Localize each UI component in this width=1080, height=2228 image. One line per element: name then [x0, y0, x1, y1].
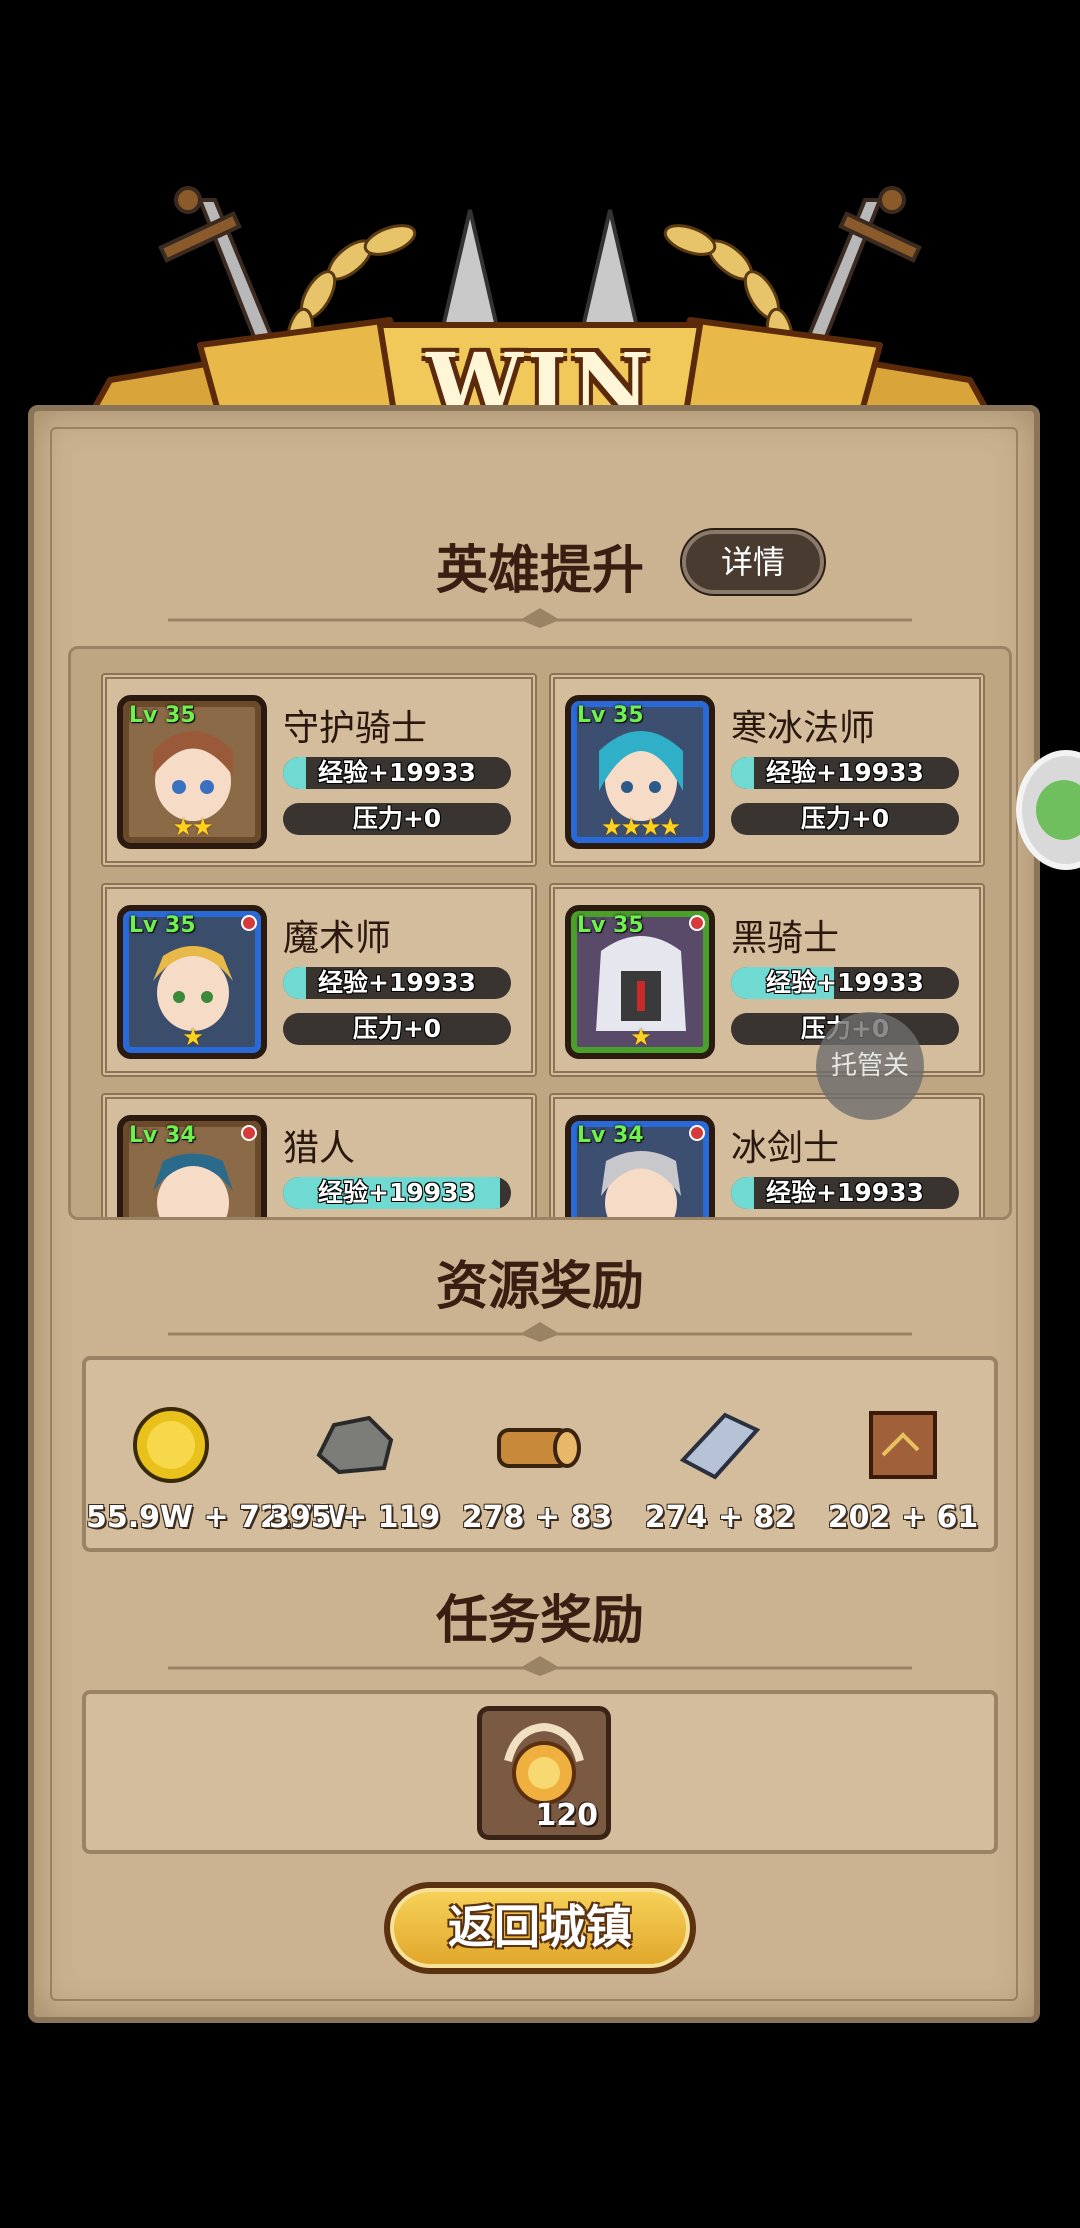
- resource-value: 274 + 82: [644, 1500, 796, 1535]
- resource-item: 202 + 61: [818, 1400, 988, 1535]
- hero-card[interactable]: Lv 34 猎人 经验+19933: [101, 1093, 537, 1217]
- hero-stars: ★★★★: [600, 813, 681, 841]
- task-reward-count: 120: [535, 1798, 598, 1833]
- hero-name: 冰剑士: [731, 1128, 840, 1169]
- exp-bar: 经验+19933: [283, 967, 511, 999]
- pressure-bar: 压力+0: [731, 803, 959, 835]
- resource-item: 395 + 119: [269, 1400, 441, 1535]
- resource-reward-box: 55.9W + 72.7W 395 + 119 278 + 83 274 + 8…: [82, 1356, 998, 1552]
- pressure-bar: 压力+0: [283, 1013, 511, 1045]
- exp-bar: 经验+19933: [731, 967, 959, 999]
- hero-portrait: Lv 34: [565, 1115, 715, 1217]
- hero-name: 猎人: [283, 1128, 356, 1169]
- gold-coin-icon: [133, 1407, 209, 1483]
- wood-log-icon: [497, 1428, 581, 1468]
- hero-level: Lv 35: [129, 703, 196, 728]
- resource-value: 55.9W + 72.7W: [86, 1500, 347, 1535]
- section-divider: [168, 608, 912, 628]
- resource-item: 278 + 83: [452, 1400, 622, 1535]
- hero-stars: ★: [630, 1023, 652, 1051]
- hero-card[interactable]: Lv 35 ★★ 守护骑士 经验+19933 压力+0: [101, 673, 537, 867]
- hero-card[interactable]: Lv 35 ★★★★ 寒冰法师 经验+19933 压力+0: [549, 673, 985, 867]
- hero-name: 魔术师: [283, 918, 392, 959]
- hero-portrait: Lv 35 ★: [117, 905, 267, 1059]
- exp-bar: 经验+19933: [283, 757, 511, 789]
- task-section-title: 任务奖励: [435, 1591, 644, 1651]
- resource-value: 202 + 61: [827, 1500, 979, 1535]
- return-town-button[interactable]: 返回城镇: [384, 1882, 696, 1974]
- hero-name: 黑骑士: [731, 918, 840, 959]
- exp-bar: 经验+19933: [283, 1177, 511, 1209]
- task-reward-item[interactable]: 120: [477, 1706, 611, 1840]
- hosting-toggle-button[interactable]: 托管关: [816, 1012, 924, 1120]
- resource-value: 278 + 83: [461, 1500, 613, 1535]
- hero-face-icon: [153, 1153, 233, 1217]
- pressure-bar: 压力+0: [283, 803, 511, 835]
- hero-level: Lv 35: [129, 913, 196, 938]
- task-reward-box: 120: [82, 1690, 998, 1854]
- section-divider: [168, 1322, 912, 1342]
- section-divider: [168, 1656, 912, 1676]
- hero-level: Lv 34: [129, 1123, 196, 1148]
- detail-button[interactable]: 详情: [682, 530, 824, 594]
- exp-bar: 经验+19933: [731, 757, 959, 789]
- hero-section-title: 英雄提升: [435, 541, 644, 601]
- hero-level: Lv 34: [577, 1123, 644, 1148]
- stone-icon: [316, 1415, 394, 1475]
- hero-name: 守护骑士: [283, 708, 428, 749]
- iron-ingot-icon: [679, 1412, 761, 1480]
- hero-card[interactable]: Lv 35 ★ 魔术师 经验+19933 压力+0: [101, 883, 537, 1077]
- hero-portrait: Lv 35 ★★★★: [565, 695, 715, 849]
- resource-item: 274 + 82: [635, 1400, 805, 1535]
- leather-icon: [869, 1411, 937, 1479]
- hero-portrait: Lv 35 ★: [565, 905, 715, 1059]
- resource-item: 55.9W + 72.7W: [86, 1400, 347, 1535]
- resource-value: 395 + 119: [269, 1500, 441, 1535]
- hero-level: Lv 35: [577, 913, 644, 938]
- hero-card[interactable]: Lv 34 冰剑士 经验+19933: [549, 1093, 985, 1217]
- hero-stars: ★: [182, 1023, 204, 1051]
- resource-section-title: 资源奖励: [435, 1257, 644, 1317]
- hero-stars: ★★: [172, 813, 213, 841]
- hero-list[interactable]: Lv 35 ★★ 守护骑士 经验+19933 压力+0 Lv 35 ★★★★ 寒…: [68, 646, 1012, 1220]
- hero-portrait: Lv 35 ★★: [117, 695, 267, 849]
- hero-face-icon: [601, 1151, 681, 1217]
- hero-portrait: Lv 34: [117, 1115, 267, 1217]
- hero-level: Lv 35: [577, 703, 644, 728]
- hero-name: 寒冰法师: [731, 708, 876, 749]
- exp-bar: 经验+19933: [731, 1177, 959, 1209]
